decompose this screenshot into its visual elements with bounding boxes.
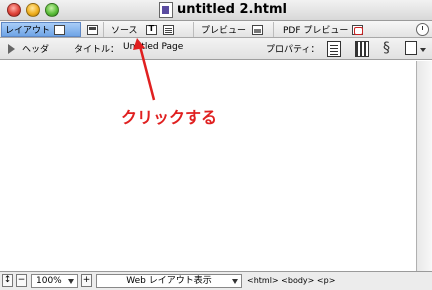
status-bar: ↕ − 100% + Web レイアウト表示 <html> <body> <p>: [0, 271, 432, 290]
zoom-in-button[interactable]: +: [81, 274, 92, 287]
view-mode-select[interactable]: Web レイアウト表示: [96, 274, 242, 288]
annotation-arrow: [133, 38, 156, 101]
annotation-callout: クリックする: [121, 108, 218, 127]
editor-window: untitled 2.html レイアウト ソース プレビュー PDF プレビュ…: [0, 0, 432, 290]
zoom-stepper-icon[interactable]: ↕: [2, 274, 13, 287]
zoom-value: 100%: [36, 276, 62, 286]
view-mode-chevron-icon: [232, 279, 238, 284]
view-mode-value: Web レイアウト表示: [126, 276, 212, 286]
zoom-out-button[interactable]: −: [16, 274, 27, 287]
tag-path[interactable]: <html> <body> <p>: [247, 276, 335, 285]
zoom-chevron-icon: [68, 279, 74, 284]
